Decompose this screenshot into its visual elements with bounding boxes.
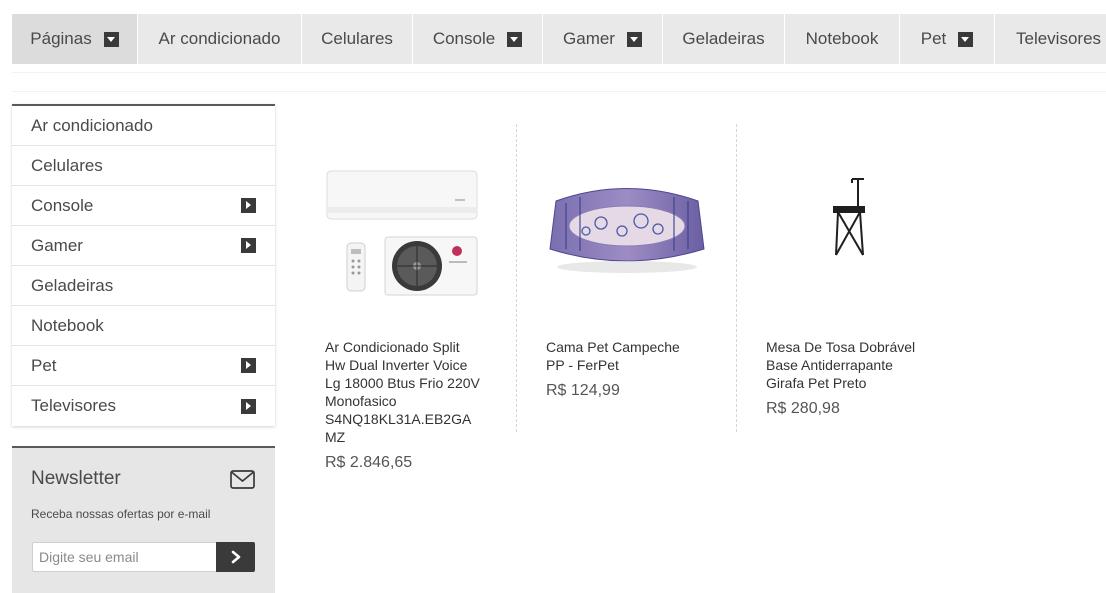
nav-item-label: Ar condicionado	[158, 29, 281, 48]
nav-item-label: Geladeiras	[682, 29, 765, 48]
product-image-grooming-table[interactable]	[766, 142, 928, 310]
nav-item-ar-condicionado[interactable]: Ar condicionado	[138, 14, 302, 64]
product-price: R$ 280,98	[766, 400, 840, 417]
sidebar-item-label: Celulares	[31, 155, 103, 175]
subscribe-button[interactable]	[216, 542, 255, 572]
newsletter-box: Newsletter Receba nossas ofertas por e-m…	[12, 446, 275, 593]
nav-item-celulares[interactable]: Celulares	[302, 14, 413, 64]
sidebar-item-label: Pet	[31, 355, 57, 375]
product-price: R$ 124,99	[546, 382, 620, 399]
mail-icon	[230, 470, 255, 489]
product-grid: Ar Condicionado Split Hw Dual Inverter V…	[296, 124, 956, 471]
chevron-right-icon	[241, 358, 256, 373]
chevron-down-icon	[507, 31, 523, 47]
nav-item-label: Celulares	[321, 29, 393, 48]
sidebar-item-label: Console	[31, 195, 94, 215]
product-price: R$ 2.846,65	[325, 454, 413, 471]
chevron-right-icon	[241, 198, 256, 213]
sidebar-item-label: Notebook	[31, 315, 104, 335]
sidebar-item-label: Geladeiras	[31, 275, 114, 295]
sidebar-item-label: Ar condicionado	[31, 115, 153, 135]
email-field[interactable]	[32, 542, 216, 572]
product-name[interactable]: Ar Condicionado Split Hw Dual Inverter V…	[325, 338, 481, 446]
product-card[interactable]: Cama Pet Campeche PP - FerPet R$ 124,99	[516, 124, 736, 432]
nav-item-gamer[interactable]: Gamer	[543, 14, 663, 64]
nav-item-label: Gamer	[563, 29, 615, 48]
newsletter-form	[32, 542, 255, 572]
nav-item-pet[interactable]: Pet	[900, 14, 995, 64]
product-image-air-conditioner[interactable]	[325, 142, 487, 310]
nav-item-televisores[interactable]: Televisores	[995, 14, 1106, 64]
nav-item-notebook[interactable]: Notebook	[785, 14, 900, 64]
nav-item-label: Páginas	[30, 29, 92, 48]
nav-item-label: Pet	[920, 29, 947, 48]
sidebar-item-gamer[interactable]: Gamer	[12, 226, 275, 266]
sidebar-item-notebook[interactable]: Notebook	[12, 306, 275, 346]
sidebar-item-console[interactable]: Console	[12, 186, 275, 226]
sidebar-item-label: Televisores	[31, 396, 117, 415]
sidebar-item-geladeiras[interactable]: Geladeiras	[12, 266, 275, 306]
product-image-pet-bed[interactable]	[546, 142, 708, 310]
nav-item-label: Notebook	[805, 29, 879, 48]
nav-item-paginas[interactable]: Páginas	[12, 14, 138, 64]
nav-item-geladeiras[interactable]: Geladeiras	[663, 14, 785, 64]
product-card[interactable]: Ar Condicionado Split Hw Dual Inverter V…	[296, 124, 516, 471]
chevron-down-icon	[626, 31, 642, 47]
sidebar-item-label: Gamer	[31, 235, 83, 255]
category-sidebar: Ar condicionado Celulares Console Gamer …	[12, 104, 275, 426]
newsletter-description: Receba nossas ofertas por e-mail	[31, 507, 211, 521]
sidebar-item-pet[interactable]: Pet	[12, 346, 275, 386]
chevron-right-icon	[231, 550, 240, 564]
chevron-down-icon	[958, 31, 974, 47]
product-name[interactable]: Cama Pet Campeche PP - FerPet	[546, 338, 702, 374]
sidebar-item-celulares[interactable]: Celulares	[12, 146, 275, 186]
header-divider	[12, 72, 1106, 92]
nav-item-label: Televisores	[1016, 29, 1102, 48]
chevron-right-icon	[241, 398, 256, 414]
sidebar-item-ar-condicionado[interactable]: Ar condicionado	[12, 106, 275, 146]
newsletter-title: Newsletter	[31, 468, 121, 489]
nav-item-label: Console	[432, 29, 496, 48]
top-navigation: Páginas Ar condicionado Celulares Consol…	[12, 14, 1106, 64]
product-card[interactable]: Mesa De Tosa Dobrável Base Antiderrapant…	[736, 124, 956, 432]
nav-item-console[interactable]: Console	[413, 14, 543, 64]
chevron-right-icon	[241, 238, 256, 253]
chevron-down-icon	[103, 31, 119, 47]
product-name[interactable]: Mesa De Tosa Dobrável Base Antiderrapant…	[766, 338, 922, 392]
sidebar-item-televisores[interactable]: Televisores	[12, 386, 275, 426]
